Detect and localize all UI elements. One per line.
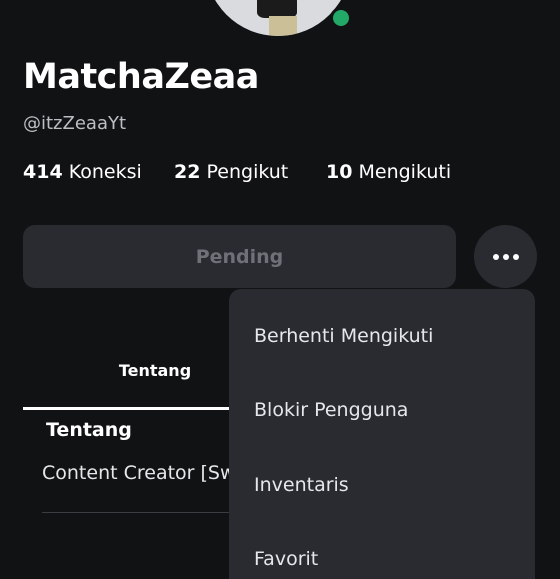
about-text: Content Creator [Sw xyxy=(42,462,230,484)
username: @itzZeaaYt xyxy=(23,113,127,134)
connections-count: 414 xyxy=(23,161,63,183)
menu-item-inventory[interactable]: Inventaris xyxy=(254,474,349,496)
more-options-menu: Berhenti Mengikuti Blokir Pengguna Inven… xyxy=(229,289,535,579)
more-horizontal-icon xyxy=(492,253,499,260)
followers-count: 22 xyxy=(174,161,201,183)
tab-about[interactable]: Tentang xyxy=(95,361,215,380)
connections-label: Koneksi xyxy=(68,161,142,183)
pending-button-label: Pending xyxy=(195,245,284,268)
tab-active-indicator xyxy=(23,407,233,410)
following-label: Mengikuti xyxy=(358,161,452,183)
menu-item-favorites[interactable]: Favorit xyxy=(254,548,318,570)
following-count: 10 xyxy=(326,161,353,183)
menu-item-block-user[interactable]: Blokir Pengguna xyxy=(254,399,408,421)
stat-connections[interactable]: 414 Koneksi xyxy=(23,161,142,183)
stat-following[interactable]: 10 Mengikuti xyxy=(326,161,451,183)
avatar-container[interactable] xyxy=(205,0,352,36)
more-options-button[interactable] xyxy=(474,225,537,288)
more-horizontal-icon-dot xyxy=(512,253,519,260)
online-status-icon xyxy=(330,7,352,29)
about-section-title: Tentang xyxy=(46,419,132,441)
display-name: MatchaZeaa xyxy=(23,57,259,97)
menu-item-unfollow[interactable]: Berhenti Mengikuti xyxy=(254,325,433,347)
pending-button[interactable]: Pending xyxy=(23,225,456,288)
more-horizontal-icon-dot xyxy=(502,253,509,260)
divider xyxy=(42,512,232,513)
avatar-torso xyxy=(269,16,297,36)
stat-followers[interactable]: 22 Pengikut xyxy=(174,161,288,183)
followers-label: Pengikut xyxy=(206,161,289,183)
